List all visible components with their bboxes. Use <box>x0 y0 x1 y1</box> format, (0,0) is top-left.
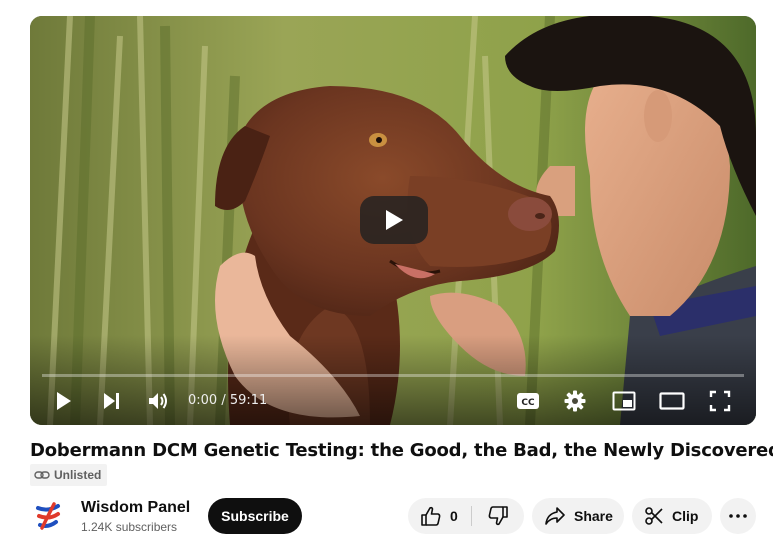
play-icon <box>57 392 71 410</box>
link-icon <box>34 471 50 479</box>
visibility-label: Unlisted <box>54 468 102 482</box>
play-button[interactable] <box>50 384 78 418</box>
big-play-button[interactable] <box>360 196 428 244</box>
settings-button[interactable] <box>561 384 589 418</box>
time-display: 0:00 / 59:11 <box>188 393 268 408</box>
visibility-badge: Unlisted <box>30 464 108 486</box>
subscriber-count: 1.24K subscribers <box>81 520 178 534</box>
more-actions-button[interactable] <box>720 498 756 534</box>
theater-button[interactable] <box>657 384 687 418</box>
fullscreen-icon <box>709 390 731 412</box>
wisdom-panel-logo <box>30 498 66 534</box>
cc-icon: CC <box>517 393 539 409</box>
miniplayer-icon <box>612 391 636 411</box>
dislike-button[interactable] <box>472 498 524 534</box>
clip-label: Clip <box>672 508 699 524</box>
channel-name[interactable]: Wisdom Panel <box>81 499 190 517</box>
scissors-icon <box>645 507 663 525</box>
clip-button[interactable]: Clip <box>632 498 712 534</box>
theater-icon <box>659 392 685 410</box>
more-horizontal-icon <box>729 514 747 518</box>
play-icon <box>386 210 403 230</box>
volume-icon <box>149 393 167 409</box>
share-label: Share <box>574 508 613 524</box>
share-icon <box>545 507 565 525</box>
volume-button[interactable] <box>144 384 172 418</box>
miniplayer-button[interactable] <box>610 384 638 418</box>
player-controls: 0:00 / 59:11 CC <box>30 384 756 418</box>
share-button[interactable]: Share <box>532 498 624 534</box>
channel-row: Wisdom Panel 1.24K subscribers Subscribe… <box>30 496 756 536</box>
progress-bar[interactable] <box>42 374 744 377</box>
video-player[interactable]: 0:00 / 59:11 CC <box>30 16 756 425</box>
thumbs-down-icon <box>488 506 508 526</box>
like-button[interactable]: 0 <box>408 498 458 534</box>
fullscreen-button[interactable] <box>706 384 734 418</box>
next-icon <box>104 393 119 409</box>
subscribe-button[interactable]: Subscribe <box>208 498 302 534</box>
channel-avatar[interactable] <box>30 498 66 534</box>
next-button[interactable] <box>98 384 126 418</box>
like-dislike-group: 0 <box>408 498 524 534</box>
gear-icon <box>564 390 586 412</box>
thumbs-up-icon <box>421 506 441 526</box>
video-title: Dobermann DCM Genetic Testing: the Good,… <box>30 440 773 461</box>
svg-text:CC: CC <box>521 398 535 408</box>
like-count: 0 <box>450 508 458 524</box>
captions-button[interactable]: CC <box>514 384 542 418</box>
